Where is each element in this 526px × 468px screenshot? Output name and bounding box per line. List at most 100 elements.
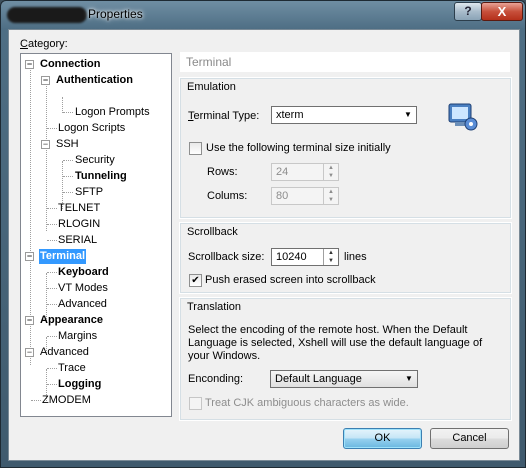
window-title: Properties [88, 7, 143, 21]
group-title: Emulation [187, 81, 236, 93]
push-erased-label: Push erased screen into scrollback [205, 274, 376, 286]
tree-line [47, 336, 57, 337]
tree-line [47, 224, 57, 225]
tree-item-telnet[interactable]: TELNET [58, 201, 100, 216]
encoding-label: Enconding: [188, 373, 244, 385]
scrollback-group: Scrollback Scrollback size: 10240 ▲ ▼ li… [179, 222, 512, 294]
columns-value: 80 [276, 190, 289, 202]
cjk-label: Treat CJK ambiguous characters as wide. [205, 397, 409, 409]
columns-spinner[interactable]: 80 ▲ ▼ [271, 187, 339, 205]
translation-description: Select the encoding of the remote host. … [188, 324, 483, 362]
collapse-icon[interactable]: − [25, 60, 34, 69]
tree-item-serial[interactable]: SERIAL [58, 233, 97, 248]
tree-item-label: SERIAL [58, 234, 98, 246]
tree-item-label: Logging [58, 378, 102, 390]
tree-item-zmodem[interactable]: ZMODEM [42, 393, 91, 408]
push-erased-checkbox[interactable]: ✔ [189, 274, 202, 287]
tree-item-logging[interactable]: Logging [58, 377, 101, 392]
tree-line [63, 112, 73, 113]
spin-down-icon[interactable]: ▼ [323, 257, 338, 265]
tree-item-label: Authentication [56, 74, 133, 86]
tree-item-label: Security [75, 154, 115, 166]
spin-up-icon[interactable]: ▲ [323, 188, 338, 196]
tree-item-terminal-advanced[interactable]: Advanced [58, 297, 107, 312]
spin-down-icon[interactable]: ▼ [323, 196, 338, 204]
translation-group: Translation Select the encoding of the r… [179, 297, 512, 421]
tree-item-label: SFTP [75, 186, 104, 198]
collapse-icon[interactable]: − [41, 76, 50, 85]
tree-line [47, 240, 57, 241]
tree-line [47, 384, 57, 385]
terminal-type-select[interactable]: xterm ▼ [271, 106, 417, 124]
rows-label: Rows: [207, 166, 238, 178]
encoding-value: Default Language [275, 373, 362, 385]
tree-item-label: Appearance [40, 314, 103, 326]
tree-line [31, 400, 41, 401]
spin-up-icon[interactable]: ▲ [323, 164, 338, 172]
tree-line [47, 368, 57, 369]
tree-line [47, 304, 57, 305]
tree-item-logon-scripts[interactable]: Logon Scripts [58, 121, 125, 136]
columns-label: Colums: [207, 190, 248, 202]
chevron-down-icon: ▼ [405, 374, 413, 383]
tree-line [47, 128, 57, 129]
cancel-button[interactable]: Cancel [430, 428, 509, 449]
tree-item-security[interactable]: Security [75, 153, 115, 168]
spin-up-icon[interactable]: ▲ [323, 249, 338, 257]
tree-item-rlogin[interactable]: RLOGIN [58, 217, 100, 232]
terminal-type-value: xterm [276, 109, 304, 121]
rows-value: 24 [276, 166, 289, 178]
chevron-down-icon: ▼ [404, 110, 412, 119]
tree-item-label: Margins [58, 330, 98, 342]
page-title: Terminal [180, 52, 510, 72]
collapse-icon[interactable]: − [25, 348, 34, 357]
tree-item-trace[interactable]: Trace [58, 361, 86, 376]
tree-item-label: VT Modes [58, 282, 108, 294]
tree-item-logon-prompts[interactable]: Logon Prompts [75, 105, 150, 120]
terminal-settings-icon [448, 103, 478, 131]
use-size-checkbox[interactable] [189, 142, 202, 155]
tree-item-label: Logon Prompts [75, 106, 150, 118]
group-title: Scrollback [187, 226, 238, 238]
tree-item-label: Keyboard [58, 266, 109, 278]
tree-line [47, 288, 57, 289]
collapse-icon[interactable]: − [41, 140, 50, 149]
tree-item-label: TELNET [58, 202, 101, 214]
collapse-icon[interactable]: − [25, 252, 34, 261]
tree-line [62, 97, 63, 113]
category-tree[interactable]: − Connection − Authentication Logon Prom… [20, 53, 172, 417]
ok-button[interactable]: OK [343, 428, 422, 449]
tree-item-label: Terminal [39, 249, 87, 264]
encoding-select[interactable]: Default Language ▼ [270, 370, 418, 388]
tree-item-tunneling[interactable]: Tunneling [75, 169, 127, 184]
group-title: Translation [187, 301, 242, 313]
tree-item-label: Advanced [58, 298, 107, 310]
redacted-title-prefix [7, 7, 87, 23]
tree-item-margins[interactable]: Margins [58, 329, 97, 344]
cjk-checkbox[interactable] [189, 397, 202, 410]
spin-down-icon[interactable]: ▼ [323, 172, 338, 180]
tree-line [63, 160, 73, 161]
tree-item-sftp[interactable]: SFTP [75, 185, 103, 200]
category-label: Category: [20, 38, 68, 50]
tree-item-label: Advanced [40, 346, 89, 358]
tree-line [47, 272, 57, 273]
scrollback-size-label: Scrollback size: [188, 251, 265, 263]
rows-spinner[interactable]: 24 ▲ ▼ [271, 163, 339, 181]
tree-line [47, 208, 57, 209]
help-button[interactable]: ? [454, 2, 482, 21]
collapse-icon[interactable]: − [25, 316, 34, 325]
emulation-group: Emulation Terminal Type: xterm ▼ Use the… [179, 77, 512, 219]
scrollback-size-value: 10240 [276, 251, 307, 263]
close-button[interactable]: X [481, 2, 523, 21]
tree-item-keyboard[interactable]: Keyboard [58, 265, 109, 280]
use-size-label: Use the following terminal size initiall… [206, 142, 391, 154]
scrollback-unit: lines [344, 251, 367, 263]
title-bar[interactable]: Properties ? X [1, 1, 525, 29]
dialog-client-area: Category: − Connection − Authentication … [8, 29, 520, 461]
tree-item-label: ZMODEM [42, 394, 91, 406]
tree-item-vt-modes[interactable]: VT Modes [58, 281, 108, 296]
tree-line [63, 192, 73, 193]
tree-item-label: SSH [56, 138, 79, 150]
scrollback-size-spinner[interactable]: 10240 ▲ ▼ [271, 248, 339, 266]
